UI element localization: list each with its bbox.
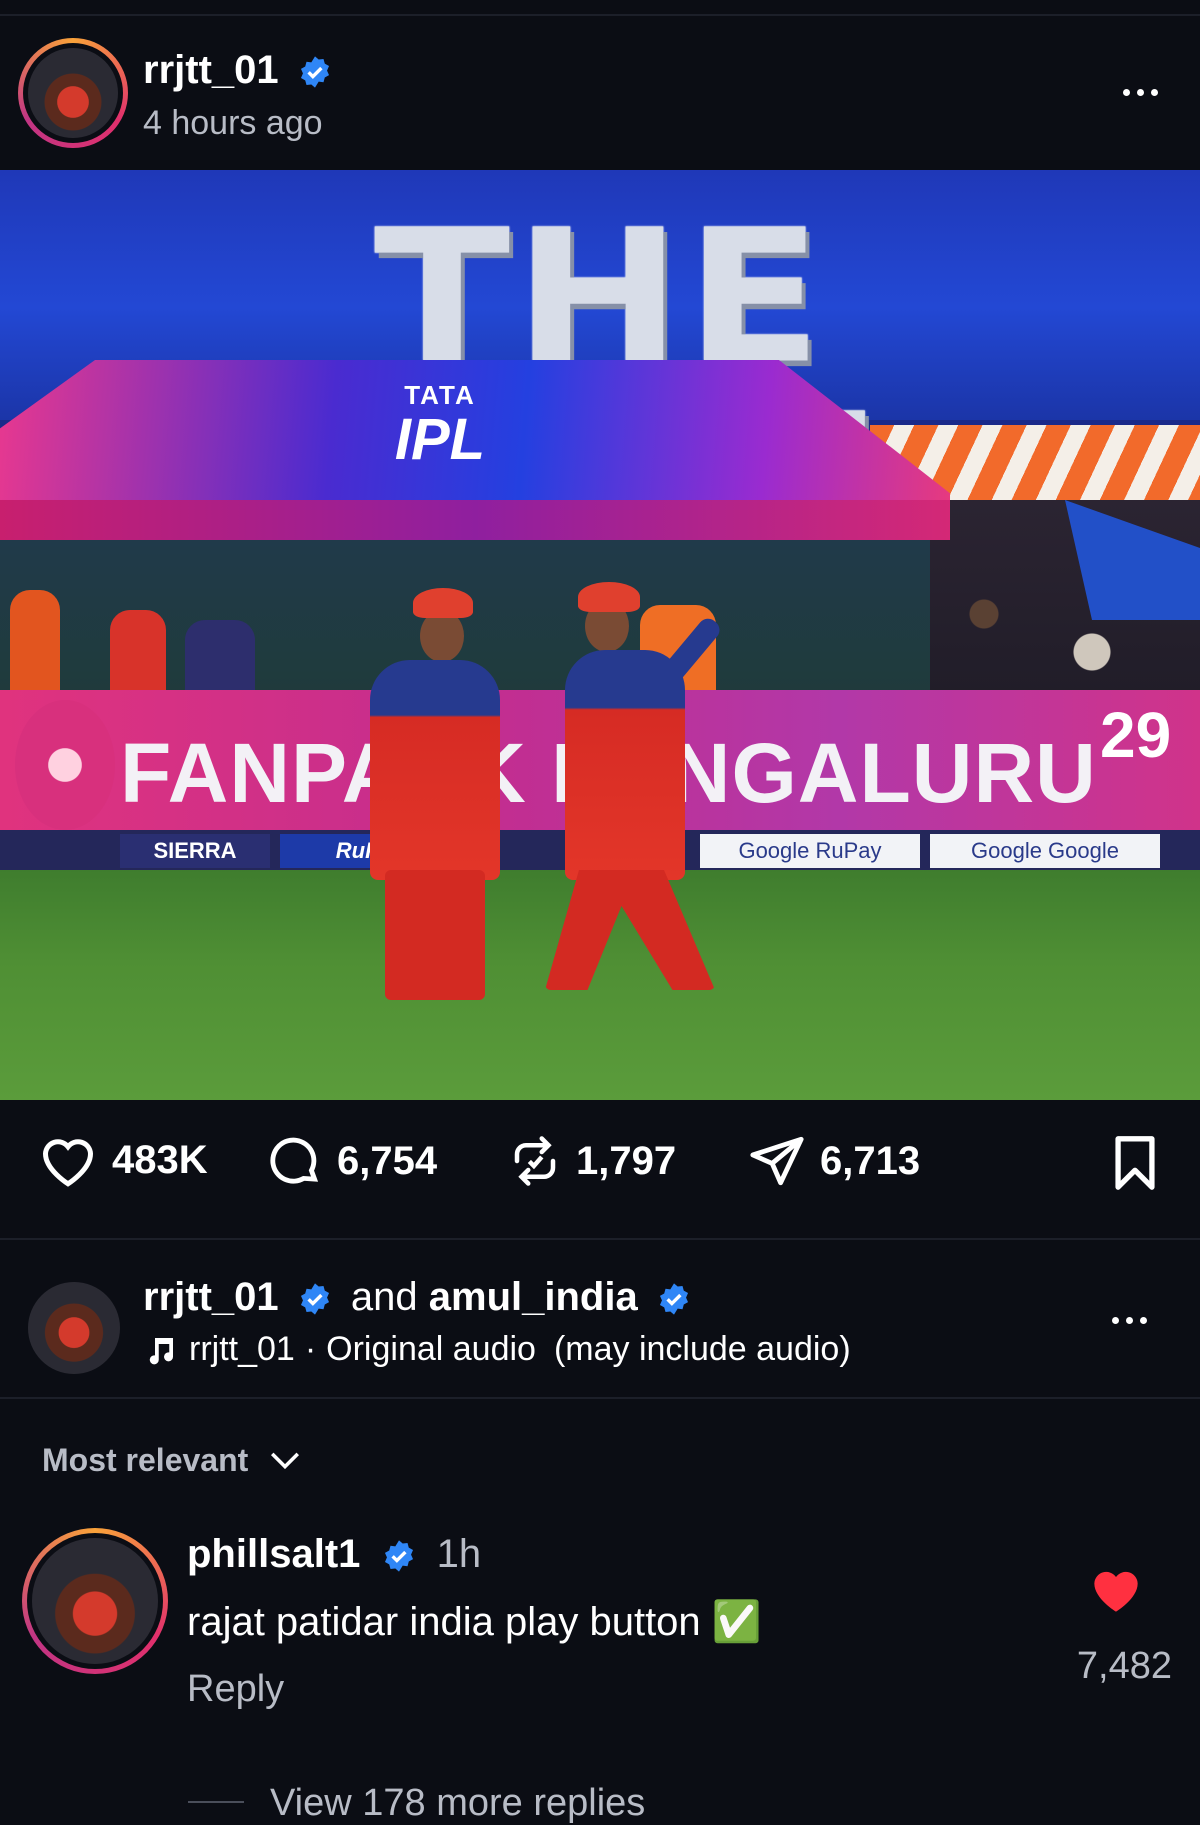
comment-count: 6,754 xyxy=(337,1138,438,1183)
chevron-down-icon xyxy=(271,1452,300,1469)
share-button[interactable]: 6,713 xyxy=(748,1132,920,1190)
spectator xyxy=(10,590,60,700)
send-icon xyxy=(750,1136,804,1186)
commenter-avatar[interactable] xyxy=(22,1528,168,1674)
post-author-avatar[interactable] xyxy=(18,38,128,148)
collab-joiner: and xyxy=(350,1275,418,1319)
ipl-logo: TATA IPL xyxy=(394,380,486,472)
collab-avatar[interactable] xyxy=(28,1282,120,1374)
comment-time: 1h xyxy=(436,1532,482,1576)
music-note-icon xyxy=(149,1337,174,1364)
post-author-username[interactable]: rrjtt_01 xyxy=(143,48,279,92)
audio-separator: · xyxy=(304,1330,317,1368)
tent-edge xyxy=(0,500,950,540)
reply-button[interactable]: Reply xyxy=(187,1668,284,1711)
divider xyxy=(0,1238,1200,1240)
collab-username-1[interactable]: rrjtt_01 xyxy=(143,1275,279,1319)
player-cap xyxy=(413,588,473,618)
verified-badge-icon xyxy=(300,56,329,89)
share-count: 6,713 xyxy=(820,1138,921,1183)
replies-line xyxy=(188,1801,244,1803)
divider xyxy=(0,1397,1200,1399)
commenter-username[interactable]: phillsalt1 xyxy=(187,1532,360,1576)
audio-row[interactable]: rrjtt_01 · Original audio (may include a… xyxy=(143,1330,851,1369)
top-divider xyxy=(0,14,1200,16)
sponsor-logo: Google RuPay xyxy=(700,834,920,868)
repost-count: 1,797 xyxy=(576,1138,677,1183)
like-count: 483K xyxy=(112,1137,208,1182)
heart-outline-icon xyxy=(42,1139,94,1187)
view-replies-button[interactable]: View 178 more replies xyxy=(270,1782,645,1825)
audio-note: (may include audio) xyxy=(553,1330,851,1368)
sponsor-logo: Google Google xyxy=(930,834,1160,868)
post-more-options-icon[interactable] xyxy=(1123,89,1158,96)
sponsor-logo: SIERRA xyxy=(120,834,270,868)
like-button[interactable]: 483K xyxy=(38,1132,208,1188)
collab-username-2[interactable]: amul_india xyxy=(429,1275,638,1319)
comment-button[interactable]: 6,754 xyxy=(265,1132,437,1190)
audio-title: Original audio xyxy=(326,1330,536,1368)
ipl-mark-icon xyxy=(15,700,115,830)
repost-button[interactable]: 1,797 xyxy=(508,1132,676,1190)
player-one-legs xyxy=(385,870,485,1000)
sort-label: Most relevant xyxy=(42,1442,249,1478)
post-timestamp: 4 hours ago xyxy=(143,104,323,142)
verified-badge-icon xyxy=(300,1283,329,1316)
collab-authors-row: rrjtt_01 and amul_india xyxy=(143,1275,691,1320)
player-one xyxy=(370,660,500,880)
verified-badge-icon xyxy=(659,1283,688,1316)
comment-like-count: 7,482 xyxy=(1076,1645,1172,1687)
verified-badge-icon xyxy=(384,1540,413,1573)
comment-icon xyxy=(270,1137,319,1184)
comment-like-heart-icon[interactable] xyxy=(1090,1566,1142,1614)
comment-header: phillsalt1 1h xyxy=(187,1532,481,1577)
bookmark-icon[interactable] xyxy=(1110,1134,1160,1192)
ad-board-number: 29 xyxy=(1100,699,1172,771)
audio-username: rrjtt_01 xyxy=(189,1330,295,1368)
sort-dropdown[interactable]: Most relevant xyxy=(42,1442,302,1479)
post-author-row: rrjtt_01 xyxy=(143,48,332,93)
player-cap xyxy=(578,582,640,612)
repost-icon xyxy=(514,1136,556,1186)
post-image[interactable]: THE FINAL TATA IPL FANPARK BENGALURU 29 … xyxy=(0,170,1200,1100)
collab-more-options-icon[interactable] xyxy=(1112,1317,1147,1324)
comment-text: rajat patidar india play button ✅ xyxy=(187,1600,762,1644)
